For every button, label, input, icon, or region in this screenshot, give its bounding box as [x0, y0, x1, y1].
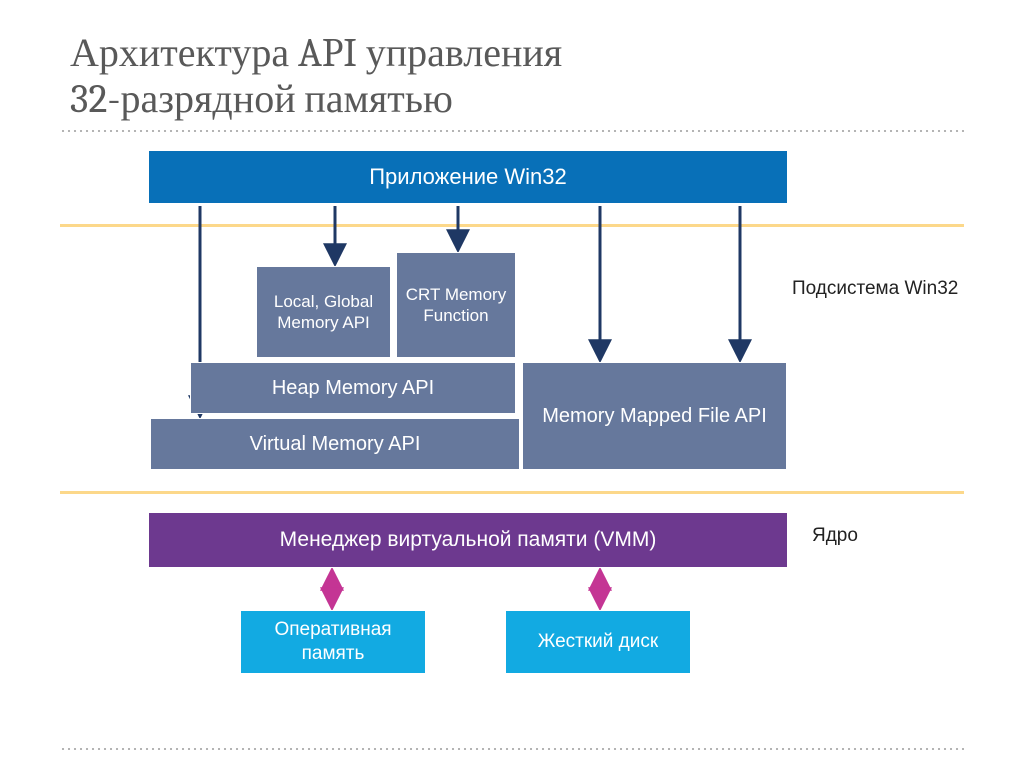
virtual-api-box: Virtual Memory API — [150, 418, 520, 470]
vmm-box: Менеджер виртуальной памяти (VMM) — [148, 512, 788, 568]
title-underline — [60, 130, 964, 132]
heap-api-label: Heap Memory API — [272, 377, 434, 400]
app-win32-label: Приложение Win32 — [369, 164, 567, 190]
title-line-1: Архитектура API управления — [70, 30, 562, 76]
hdd-label: Жесткий диск — [538, 630, 658, 654]
slide-title: Архитектура API управления 32-разрядной … — [60, 30, 964, 122]
vmm-label: Менеджер виртуальной памяти (VMM) — [280, 528, 657, 552]
architecture-diagram: Приложение Win32 — [60, 150, 964, 710]
mmap-api-box: Memory Mapped File API — [522, 362, 787, 470]
footer-line — [60, 748, 964, 750]
crt-memory-box: CRT Memory Function — [396, 252, 516, 358]
ram-label: Оперативная память — [241, 618, 425, 666]
crt-memory-label: CRT Memory Function — [397, 284, 515, 327]
subsystem-win32-label: Подсистема Win32 — [792, 278, 958, 300]
virtual-api-label: Virtual Memory API — [250, 433, 421, 456]
local-global-api-label: Local, Global Memory API — [257, 291, 390, 334]
kernel-label: Ядро — [812, 525, 858, 547]
heap-api-box: Heap Memory API — [190, 362, 516, 414]
divider-bottom — [60, 491, 964, 494]
title-line-2: 32-разрядной памятью — [70, 76, 453, 122]
local-global-api-box: Local, Global Memory API — [256, 266, 391, 358]
divider-top — [60, 224, 964, 227]
ram-box: Оперативная память — [240, 610, 426, 674]
mmap-api-label: Memory Mapped File API — [542, 403, 767, 429]
app-win32-box: Приложение Win32 — [148, 150, 788, 204]
hdd-box: Жесткий диск — [505, 610, 691, 674]
